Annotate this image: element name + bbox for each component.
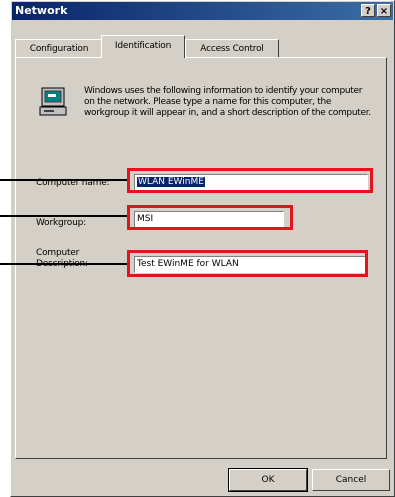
help-button[interactable]: ? bbox=[361, 4, 375, 17]
computer-icon bbox=[39, 87, 67, 116]
computer-name-highlight bbox=[127, 168, 373, 193]
tab-access-control[interactable]: Access Control bbox=[185, 39, 279, 57]
network-dialog: Network ? × Configuration Identification… bbox=[10, 0, 395, 497]
window-title: Network bbox=[15, 4, 68, 17]
description-text: Windows uses the following information t… bbox=[84, 86, 371, 118]
workgroup-callout-line bbox=[0, 215, 127, 217]
cancel-button[interactable]: Cancel bbox=[312, 469, 390, 491]
computer-description-label: Computer Description: bbox=[36, 248, 88, 270]
tab-identification[interactable]: Identification bbox=[101, 35, 185, 58]
workgroup-label: Workgroup: bbox=[36, 218, 86, 228]
computer-description-callout-line bbox=[0, 263, 127, 265]
title-bar[interactable]: Network ? × bbox=[12, 2, 393, 20]
computer-description-highlight bbox=[127, 250, 368, 277]
computer-description-label-line1: Computer bbox=[36, 248, 80, 258]
workgroup-highlight bbox=[127, 205, 293, 230]
computer-name-callout-line bbox=[0, 179, 127, 181]
close-button[interactable]: × bbox=[377, 4, 391, 17]
ok-button[interactable]: OK bbox=[228, 468, 308, 492]
tab-configuration[interactable]: Configuration bbox=[15, 39, 103, 57]
